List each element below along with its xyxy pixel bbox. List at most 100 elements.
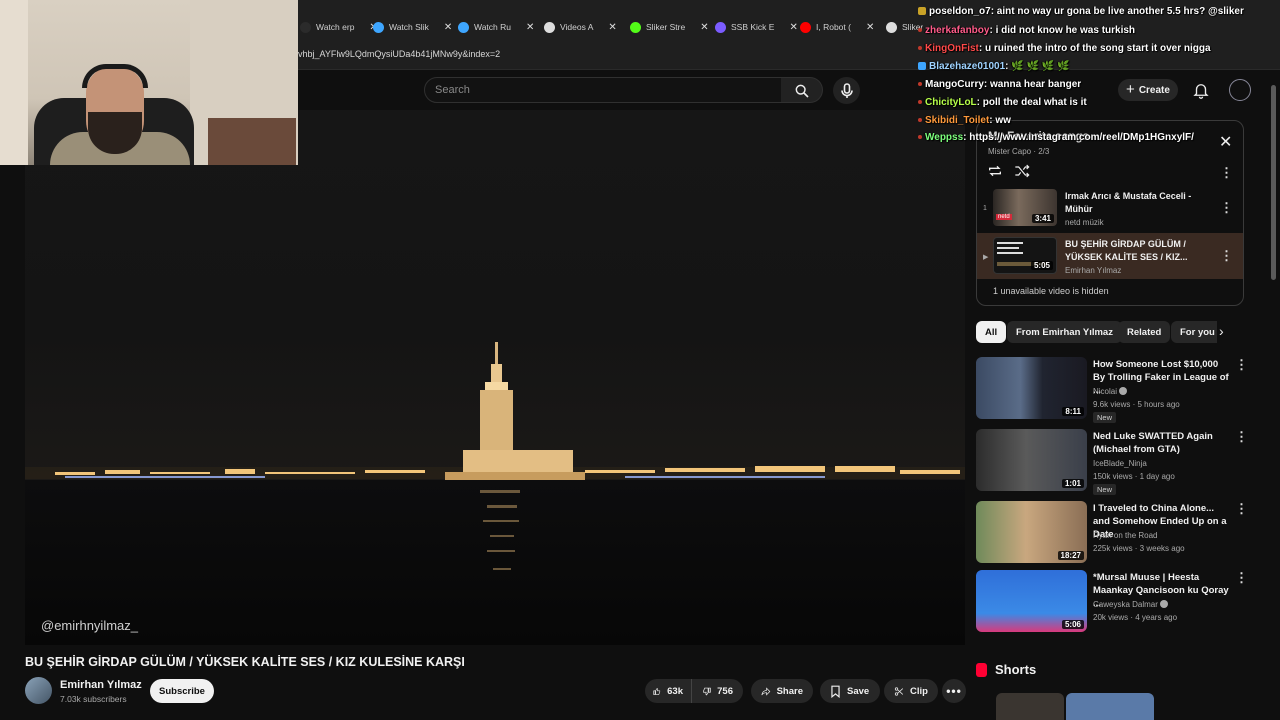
like-button[interactable]: 63k (645, 679, 691, 703)
playlist-item[interactable]: 1 netd 3:41 Irmak Arıcı & Mustafa Ceceli… (977, 185, 1243, 231)
browser-tab[interactable]: Watch erp✕ (300, 17, 378, 37)
shorts-header: Shorts (976, 662, 1036, 677)
video-menu-icon[interactable]: ⋮ (1235, 570, 1248, 586)
channel-avatar[interactable] (25, 677, 52, 704)
browser-tab[interactable]: SSB Kick E ✕ (715, 17, 798, 37)
playlist-item-thumbnail: netd 3:41 (993, 189, 1057, 226)
playlist-item-menu-icon[interactable]: ⋮ (1220, 200, 1233, 216)
tab-close-icon[interactable]: ✕ (866, 22, 874, 33)
browser-tab[interactable]: Watch Slik ✕ (373, 17, 452, 37)
browser-tab[interactable]: Watch Ru ✕ (458, 17, 534, 37)
tab-favicon-icon (886, 21, 897, 33)
recommended-video[interactable]: 1:01 Ned Luke SWATTED Again (Michael fro… (976, 429, 1248, 495)
tab-label: Watch Slik (389, 22, 429, 32)
tab-close-icon[interactable]: ✕ (444, 22, 452, 33)
playlist-item-menu-icon[interactable]: ⋮ (1220, 248, 1233, 264)
chat-message: Weppss: https://www.instagram.com/reel/D… (918, 132, 1194, 143)
dislike-count: 756 (717, 685, 733, 697)
recommended-video[interactable]: 5:06 *Mursal Muuse | Heesta Maankay Qanc… (976, 570, 1248, 634)
bookmark-icon (831, 685, 840, 698)
tab-label: Videos A (560, 22, 594, 32)
video-frame-istanbul-night (25, 110, 965, 645)
video-meta: 20k views · 4 years ago (1093, 613, 1178, 622)
chat-message: KingOnFist: u ruined the intro of the so… (918, 43, 1211, 54)
account-avatar[interactable] (1229, 79, 1251, 101)
recommended-video[interactable]: 8:11 How Someone Lost $10,000 By Trollin… (976, 357, 1248, 423)
chat-text: : poll the deal what is it (976, 97, 1087, 108)
chips-next-chevron-icon[interactable]: › (1219, 323, 1224, 339)
chip-from-channel[interactable]: From Emirhan Yılmaz (1007, 321, 1122, 343)
tab-label: Watch erp (316, 22, 355, 32)
video-thumbnail: 1:01 (976, 429, 1087, 491)
tab-close-icon[interactable]: ✕ (608, 22, 616, 33)
video-menu-icon[interactable]: ⋮ (1235, 429, 1248, 445)
chat-badge-icon (918, 62, 926, 70)
chat-username: MangoCurry (925, 79, 984, 90)
video-menu-icon[interactable]: ⋮ (1235, 357, 1248, 373)
loop-icon[interactable] (987, 164, 1003, 178)
scrollbar[interactable] (1271, 85, 1276, 280)
chat-badge-icon (918, 100, 922, 104)
notifications-bell-icon[interactable] (1192, 81, 1210, 99)
chat-badge-icon (918, 82, 922, 86)
playlist-menu-icon[interactable]: ⋮ (1220, 165, 1233, 181)
search-input[interactable]: Search (424, 77, 782, 103)
video-title: Ned Luke SWATTED Again (Michael from GTA… (1093, 431, 1213, 455)
playlist-item-index: 1 (983, 205, 987, 212)
video-menu-icon[interactable]: ⋮ (1235, 501, 1248, 517)
short-thumbnail[interactable] (1066, 693, 1154, 720)
chip-for-you[interactable]: For you (1171, 321, 1217, 343)
address-url[interactable]: vhbj_AYFlw9LQdmQysiUDa4b41jMNw9y&index=2 (298, 49, 500, 59)
scissors-icon (894, 686, 904, 696)
browser-tab[interactable]: Sliker Stre ✕ (630, 17, 709, 37)
recommended-video[interactable]: 18:27 I Traveled to China Alone... and S… (976, 501, 1248, 565)
playlist-item-title: Irmak Arıcı & Mustafa Ceceli - Mühür (1065, 191, 1192, 214)
short-thumbnail[interactable] (996, 693, 1064, 720)
channel-name[interactable]: Emirhan Yılmaz (60, 679, 142, 691)
browser-tab[interactable]: Videos A ✕ (544, 17, 617, 37)
tab-favicon-icon (373, 21, 384, 33)
chat-text: : wanna hear banger (983, 79, 1082, 90)
subscribe-button[interactable]: Subscribe (150, 679, 214, 703)
clip-button[interactable]: Clip (884, 679, 938, 703)
search-button[interactable] (781, 77, 823, 103)
tab-favicon-icon (458, 21, 469, 33)
shuffle-icon[interactable] (1014, 164, 1030, 178)
mic-icon (840, 82, 853, 98)
thumbs-up-icon (653, 687, 661, 695)
chip-related[interactable]: Related (1118, 321, 1171, 343)
close-playlist-icon[interactable]: ✕ (1219, 132, 1232, 152)
voice-search-button[interactable] (833, 77, 860, 104)
chat-badge-icon (918, 7, 926, 15)
chat-username: Skibidi_Toilet (925, 115, 990, 126)
chat-username: Weppss (925, 132, 964, 143)
chip-all[interactable]: All (976, 321, 1007, 343)
tab-favicon-icon (715, 21, 726, 33)
video-player[interactable]: @emirhnyilmaz_ (25, 110, 965, 645)
browser-tab[interactable]: I, Robot (✕ (800, 17, 874, 37)
video-meta: 225k views · 3 weeks ago (1093, 544, 1185, 553)
video-duration: 18:27 (1057, 551, 1084, 560)
chat-badge-icon (918, 28, 922, 32)
chat-badge-icon (918, 135, 922, 139)
create-button[interactable]: + Create (1118, 79, 1178, 101)
tab-close-icon[interactable]: ✕ (526, 22, 534, 33)
save-button[interactable]: Save (820, 679, 880, 703)
share-button[interactable]: Share (751, 679, 813, 703)
chat-username: zherkafanboy (925, 25, 990, 36)
video-duration: 8:11 (1062, 407, 1084, 416)
playlist-item-channel: netd müzik (1065, 218, 1104, 227)
clip-label: Clip (910, 685, 928, 697)
playlist-item-channel: Emirhan Yılmaz (1065, 266, 1122, 275)
dislike-button[interactable]: 756 (691, 679, 743, 703)
chat-text: : u ruined the intro of the song start i… (978, 43, 1211, 54)
like-count: 63k (667, 685, 683, 697)
chat-text: : aint no way ur gona be live another 5.… (990, 6, 1244, 17)
tab-close-icon[interactable]: ✕ (700, 22, 708, 33)
tab-close-icon[interactable]: ✕ (789, 22, 797, 33)
video-duration: 1:01 (1061, 479, 1084, 488)
chat-message: ChicityLoL: poll the deal what is it (918, 97, 1087, 108)
playlist-item-current[interactable]: ▶ 5:05 BU ŞEHİR GİRDAP GÜLÜM / YÜKSEK KA… (977, 233, 1243, 279)
plus-icon: + (1126, 81, 1135, 98)
more-actions-button[interactable]: ••• (942, 679, 966, 703)
